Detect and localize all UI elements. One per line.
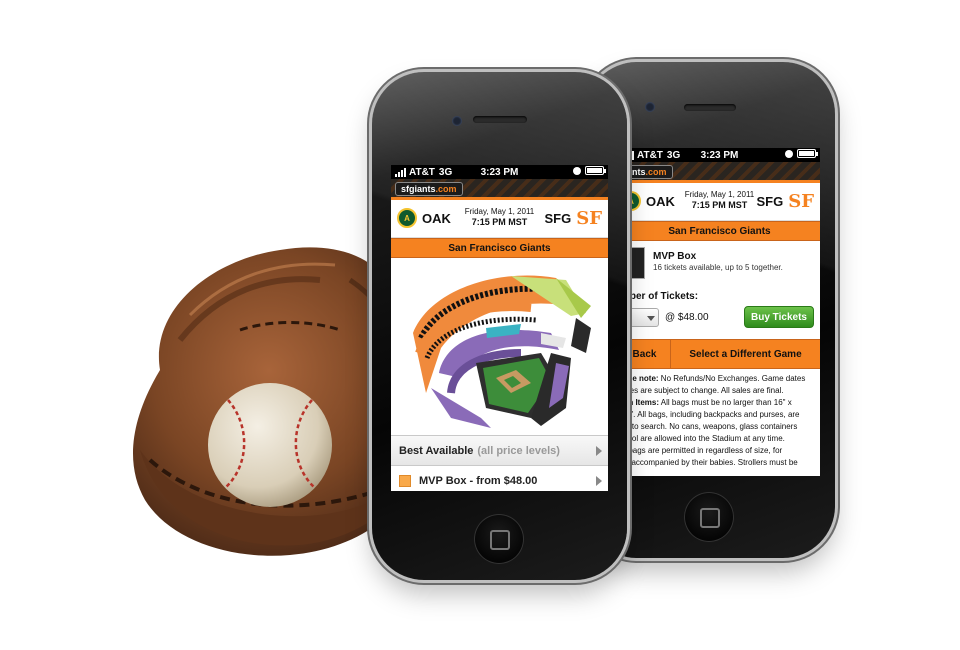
brand-bar: sfgiants.com [391,179,608,200]
number-of-tickets-label: mber of Tickets: [621,291,699,302]
home-button[interactable] [474,514,524,564]
left-phone: AT&T 3G 3:23 PM sfgiants.com A OAK Friday… [372,72,627,580]
ticket-price: @ $48.00 [665,312,709,323]
section-summary: MVP Box 16 tickets available, up to 5 to… [619,241,820,289]
earpiece-speaker [684,104,736,111]
section-name: MVP Box [653,251,697,262]
giants-logo-icon: SF [576,208,602,229]
chevron-right-icon [596,476,602,486]
purchase-notes: ease note: No Refunds/No Exchanges. Game… [619,374,806,467]
chevron-down-icon [647,316,655,321]
best-available-row[interactable]: Best Available (all price levels) [391,435,608,465]
baseball-icon [208,383,332,507]
game-matchup: A OAK Friday, May 1, 2011 7:15 PM MST SFG S… [619,183,820,221]
home-button[interactable] [684,492,734,542]
home-team: SFG SF [756,191,814,212]
mvp-box-row[interactable]: MVP Box - from $48.00 [391,465,608,491]
action-bar: Back Select a Different Game [619,339,820,369]
battery-icon [797,149,818,158]
section-color-swatch [399,474,411,487]
ticket-purchase-row: 2 @ $48.00 Buy Tickets [619,305,820,339]
section-availability: 16 tickets available, up to 5 together. [653,263,783,272]
orientation-lock-icon [785,149,793,158]
status-bar: AT&T 3G 3:23 PM [619,148,820,162]
giants-logo-icon: SF [788,191,814,212]
game-matchup: A OAK Friday, May 1, 2011 7:15 PM MST SFG S… [391,200,608,238]
team-title-bar: San Francisco Giants [391,238,608,258]
stadium-seating-map[interactable] [391,258,608,435]
sfgiants-logo[interactable]: giants.com [619,165,673,179]
left-phone-screen: AT&T 3G 3:23 PM sfgiants.com A OAK Friday… [391,165,608,491]
team-title-bar: San Francisco Giants [619,221,820,241]
front-camera-icon [452,116,462,126]
chevron-right-icon [596,446,602,456]
right-phone-screen: AT&T 3G 3:23 PM giants.com A OAK Friday, … [619,148,820,476]
brand-bar: giants.com [619,162,820,183]
select-different-game-button[interactable]: Select a Different Game [671,340,820,368]
orientation-lock-icon [573,166,581,175]
front-camera-icon [645,102,655,112]
home-team: SFG SF [544,208,602,229]
battery-icon [585,166,606,175]
earpiece-speaker [473,116,527,123]
sfgiants-logo[interactable]: sfgiants.com [395,182,463,196]
status-bar: AT&T 3G 3:23 PM [391,165,608,179]
buy-tickets-button[interactable]: Buy Tickets [744,306,814,328]
